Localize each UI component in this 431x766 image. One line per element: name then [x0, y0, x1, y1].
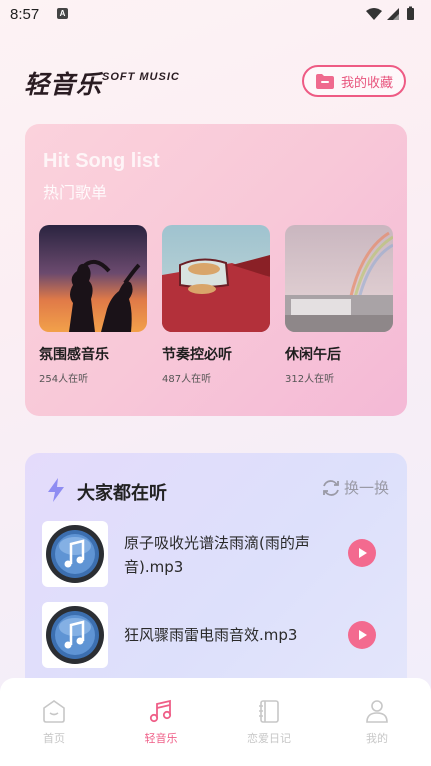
music-note-icon — [149, 699, 172, 723]
track-title: 原子吸收光谱法雨滴(雨的声音).mp3 — [124, 534, 310, 576]
play-button[interactable] — [348, 621, 376, 649]
track-thumbnail — [42, 602, 108, 668]
hot-song-list-title-en: Hit Song list — [43, 150, 160, 172]
tab-love-diary[interactable]: 恋爱日记 — [229, 698, 309, 746]
tab-soft-music[interactable]: 轻音乐 — [121, 698, 201, 746]
tab-label: 恋爱日记 — [247, 732, 291, 745]
refresh-button[interactable]: 换一换 — [321, 477, 389, 498]
folder-icon — [316, 73, 334, 89]
tab-label: 我的 — [366, 732, 388, 745]
my-favorites-button[interactable]: 我的收藏 — [302, 65, 406, 97]
notification-icon: A — [57, 8, 68, 19]
tab-label: 首页 — [43, 732, 65, 745]
my-favorites-label: 我的收藏 — [341, 75, 394, 91]
play-button[interactable] — [348, 539, 376, 567]
refresh-icon — [323, 479, 339, 496]
playlist-listeners: 312人在听 — [285, 374, 335, 385]
playlist-listeners: 254人在听 — [39, 374, 89, 385]
playlist-cover-rhythm — [162, 225, 270, 332]
status-bar: 8:57 A — [0, 0, 431, 30]
tab-label: 轻音乐 — [144, 732, 178, 745]
playlist-cover-afternoon — [285, 225, 393, 332]
lightning-icon — [48, 478, 64, 502]
music-disc-icon — [46, 525, 104, 583]
status-icons — [366, 6, 414, 20]
bottom-tab-bar: 首页 轻音乐 恋爱日记 我的 — [0, 678, 431, 766]
app-logo: 轻音乐 — [24, 70, 103, 99]
track-title: 狂风骤雨雷电雨音效.mp3 — [124, 626, 298, 644]
tab-mine[interactable]: 我的 — [337, 698, 417, 746]
playlist-cover-ambient — [39, 225, 147, 332]
play-icon — [359, 548, 367, 558]
user-icon — [366, 700, 388, 723]
playlist-name: 休闲午后 — [285, 347, 341, 363]
app-logo-subtitle: SOFT MUSIC — [102, 71, 180, 83]
home-icon — [43, 700, 65, 723]
playlist-card-rhythm[interactable]: 节奏控必听 487人在听 — [162, 225, 270, 385]
playlist-name: 节奏控必听 — [162, 347, 232, 363]
playlist-card-afternoon[interactable]: 休闲午后 312人在听 — [285, 225, 393, 385]
track-item[interactable]: 狂风骤雨雷电雨音效.mp3 — [42, 602, 392, 668]
play-icon — [359, 630, 367, 640]
now-listening-card: 大家都在听 换一换 原子吸收光谱法雨滴(雨的声音).mp3 狂风骤雨雷电雨音效.… — [25, 453, 407, 713]
hot-song-list-card: Hit Song list 热门歌单 氛围感音乐 254人在听 节奏控必听 48… — [25, 124, 407, 416]
status-time: 8:57 — [10, 6, 40, 23]
playlist-listeners: 487人在听 — [162, 374, 212, 385]
hot-song-list-title-cn: 热门歌单 — [43, 183, 108, 202]
now-listening-title: 大家都在听 — [77, 483, 167, 504]
tab-home[interactable]: 首页 — [14, 698, 94, 746]
track-thumbnail — [42, 521, 108, 587]
music-disc-icon — [46, 606, 104, 664]
playlist-name: 氛围感音乐 — [39, 347, 109, 363]
track-item[interactable]: 原子吸收光谱法雨滴(雨的声音).mp3 — [42, 521, 392, 587]
app-header: 轻音乐 SOFT MUSIC 我的收藏 — [0, 55, 431, 105]
refresh-label: 换一换 — [343, 479, 389, 497]
notebook-icon — [259, 700, 279, 723]
playlist-card-ambient[interactable]: 氛围感音乐 254人在听 — [39, 225, 147, 385]
